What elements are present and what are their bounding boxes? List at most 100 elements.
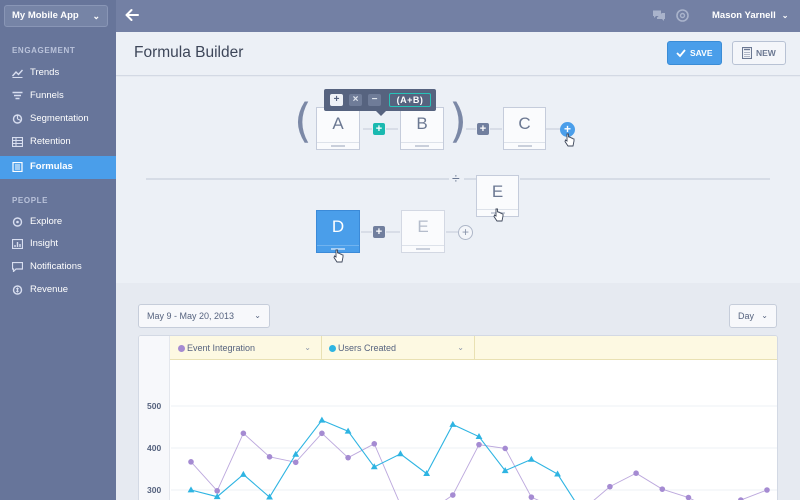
chart-card: Event Integration ⌄ Users Created ⌄ 300 4… [138, 335, 778, 500]
formula-block-b[interactable]: B [400, 107, 444, 150]
formula-block-a[interactable]: A [316, 107, 360, 150]
sidebar-item-retention[interactable]: Retention [0, 131, 116, 153]
data-point[interactable] [527, 455, 535, 462]
sidebar-item-trends[interactable]: Trends [0, 62, 116, 84]
data-point[interactable] [633, 470, 639, 476]
chevron-down-icon: ⌄ [92, 11, 100, 21]
operator-add[interactable]: + [477, 123, 489, 135]
toolbar-add-button[interactable]: + [330, 94, 343, 106]
data-point[interactable] [371, 441, 378, 447]
sidebar-item-segmentation[interactable]: Segmentation [0, 108, 116, 130]
help-icon[interactable] [676, 9, 689, 22]
app-name: My Mobile App [12, 10, 79, 21]
data-point[interactable] [239, 470, 247, 477]
data-point[interactable] [214, 488, 220, 494]
block-label: B [416, 114, 428, 133]
data-point[interactable] [554, 470, 561, 477]
chat-icon[interactable] [652, 9, 666, 23]
sidebar-item-notifications[interactable]: Notifications [0, 256, 116, 278]
sidebar-item-formulas[interactable]: Formulas [0, 156, 116, 179]
data-point[interactable] [659, 486, 666, 492]
formula-block-e[interactable]: E [401, 210, 445, 253]
block-label: D [331, 217, 345, 236]
data-point[interactable] [502, 445, 508, 452]
explore-icon [12, 217, 23, 227]
segmentation-icon [12, 114, 23, 124]
chevron-down-icon: ⌄ [254, 311, 261, 320]
y-tick-label: 400 [147, 443, 161, 453]
sidebar-item-explore[interactable]: Explore [0, 211, 116, 233]
chart-panel: May 9 - May 20, 2013 ⌄ Day ⌄ Event Integ… [116, 286, 800, 500]
divide-icon[interactable]: ÷ [452, 170, 460, 186]
operator-toolbar: + × − (A+B) [324, 89, 436, 116]
data-point[interactable] [345, 454, 351, 461]
sidebar-item-label: Revenue [30, 284, 69, 295]
data-point[interactable] [476, 441, 482, 448]
section-heading-people: PEOPLE [12, 196, 49, 205]
add-term-button[interactable]: + [458, 225, 473, 240]
data-point[interactable] [450, 492, 456, 498]
data-point[interactable] [240, 430, 247, 437]
hand-cursor-icon [493, 208, 504, 222]
data-point[interactable] [607, 483, 613, 490]
checkmark-icon [676, 49, 686, 58]
sidebar-item-label: Insight [30, 238, 58, 249]
sidebar-item-label: Funnels [30, 90, 64, 101]
data-point[interactable] [449, 420, 457, 427]
block-handle[interactable] [402, 245, 444, 252]
user-name: Mason Yarnell [712, 10, 776, 21]
block-label: C [518, 114, 531, 133]
top-bar: Mason Yarnell ⌄ [116, 0, 800, 32]
data-point[interactable] [188, 459, 194, 465]
toolbar-subtract-button[interactable]: − [368, 94, 381, 106]
y-tick-label: 300 [147, 485, 161, 495]
sidebar-item-insight[interactable]: Insight [0, 233, 116, 255]
retention-icon [12, 137, 23, 147]
data-point[interactable] [187, 486, 195, 493]
data-point[interactable] [528, 494, 535, 500]
sidebar: My Mobile App ⌄ ENGAGEMENT Trends Funnel… [0, 0, 116, 500]
notifications-icon [12, 262, 23, 272]
chevron-down-icon: ⌄ [761, 311, 768, 320]
operator-add-active[interactable]: + [373, 123, 385, 135]
data-point[interactable] [266, 454, 273, 460]
chevron-down-icon: ⌄ [781, 11, 789, 20]
formula-block-d[interactable]: D [316, 210, 360, 253]
formula-block-c[interactable]: C [503, 107, 546, 150]
block-handle[interactable] [401, 142, 443, 149]
granularity-select[interactable]: Day ⌄ [729, 304, 777, 328]
data-point[interactable] [764, 487, 770, 493]
app-selector[interactable]: My Mobile App ⌄ [4, 5, 108, 27]
block-handle[interactable] [504, 142, 545, 149]
data-point[interactable] [423, 470, 431, 477]
data-point[interactable] [685, 494, 692, 500]
formula-icon [12, 162, 23, 172]
operator-add[interactable]: + [373, 226, 385, 238]
sidebar-item-funnels[interactable]: Funnels [0, 85, 116, 107]
save-button[interactable]: SAVE [667, 41, 722, 65]
block-handle[interactable] [317, 142, 359, 149]
toolbar-group-button[interactable]: (A+B) [389, 93, 431, 107]
trends-icon [12, 69, 23, 78]
user-menu[interactable]: Mason Yarnell ⌄ [712, 0, 788, 32]
sidebar-item-label: Retention [30, 136, 71, 147]
back-arrow-icon[interactable] [124, 7, 140, 23]
revenue-icon [12, 285, 23, 295]
toolbar-multiply-button[interactable]: × [349, 94, 362, 106]
page-header: Formula Builder SAVE NEW [116, 32, 800, 76]
save-label: SAVE [690, 48, 713, 58]
data-point[interactable] [292, 459, 299, 466]
data-point[interactable] [319, 430, 325, 437]
new-button[interactable]: NEW [732, 41, 786, 65]
data-point[interactable] [318, 416, 326, 423]
page-title: Formula Builder [134, 44, 244, 61]
sidebar-item-revenue[interactable]: Revenue [0, 279, 116, 301]
data-point[interactable] [397, 450, 404, 457]
insight-icon [12, 239, 23, 249]
granularity-value: Day [738, 311, 755, 321]
block-label: E [417, 217, 429, 236]
close-paren: ) [449, 94, 467, 148]
block-label: A [332, 114, 344, 133]
date-range-picker[interactable]: May 9 - May 20, 2013 ⌄ [138, 304, 270, 328]
sidebar-item-label: Notifications [30, 261, 82, 272]
